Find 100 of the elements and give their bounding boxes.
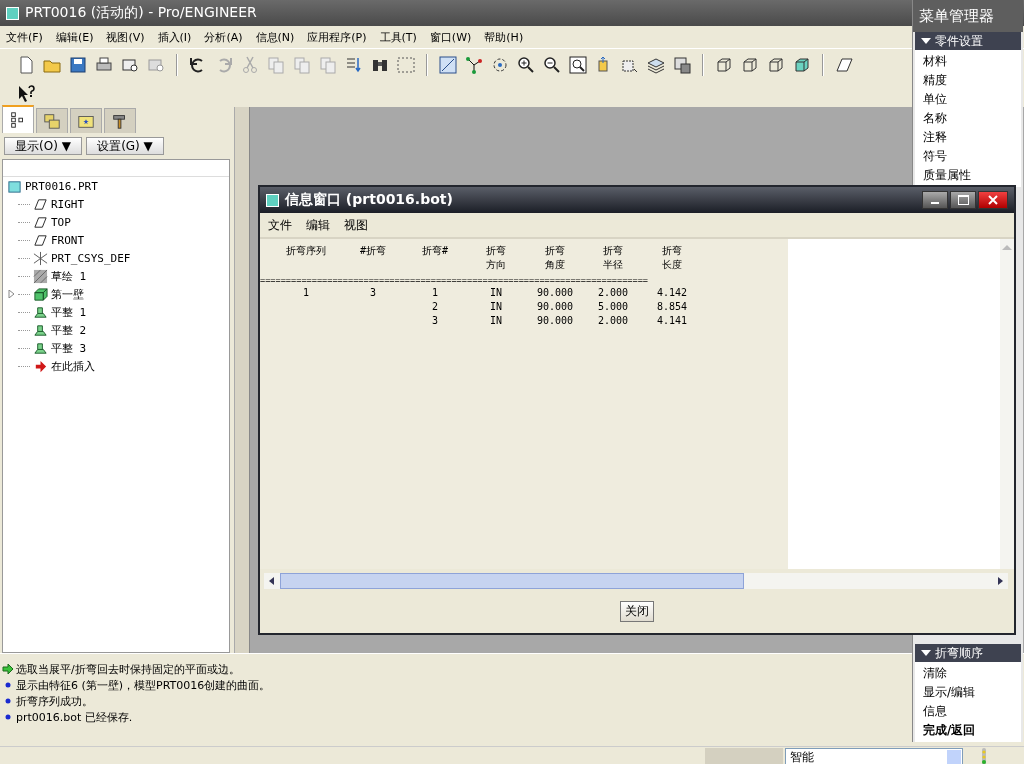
menu-item[interactable]: 编辑(E) <box>55 29 94 45</box>
dialog-title: 信息窗口 (prt0016.bot) <box>285 191 453 209</box>
tree-item[interactable]: 第一壁 <box>51 286 84 302</box>
message-text: prt0016.bot 已经保存. <box>16 709 133 725</box>
sketch-view-icon[interactable] <box>438 55 458 75</box>
menu-item[interactable]: 文件(F) <box>6 29 43 45</box>
horizontal-scrollbar[interactable] <box>264 573 1008 589</box>
panel-title: 菜单管理器 <box>913 0 1023 32</box>
panel-tab[interactable] <box>104 108 136 133</box>
hidden-line-icon[interactable] <box>740 55 760 75</box>
message-text: 选取当展平/折弯回去时保持固定的平面或边。 <box>16 661 240 677</box>
menu-item[interactable]: 注释 <box>915 128 1021 147</box>
tree-item[interactable]: RIGHT <box>51 197 85 211</box>
table-cell: 90.000 <box>536 300 574 312</box>
app-icon <box>6 6 19 20</box>
menu-item[interactable]: 应用程序(P) <box>307 29 367 45</box>
menu-item[interactable]: 名称 <box>915 109 1021 128</box>
menu-item[interactable]: 质量属性 <box>915 166 1021 185</box>
tree-item[interactable]: FRONT <box>51 233 85 247</box>
tree-item[interactable]: 平整 1 <box>51 304 87 320</box>
traffic-light-icon <box>979 747 989 764</box>
dropdown-button[interactable]: 显示(O) ▼ <box>4 137 82 155</box>
menu-section-header[interactable]: 零件设置 <box>915 32 1021 50</box>
folders-icon <box>43 112 61 130</box>
datum-plane-icon[interactable] <box>834 55 854 75</box>
no-hidden-icon[interactable] <box>766 55 786 75</box>
datum-plane-icon <box>33 196 48 212</box>
sketch-icon <box>33 268 48 284</box>
column-header: #折弯 <box>360 245 386 257</box>
table-cell: IN <box>489 314 502 326</box>
tree-item[interactable]: 平整 3 <box>51 340 87 356</box>
arrow-icon <box>2 663 14 675</box>
zoom-in-icon[interactable] <box>516 55 536 75</box>
regenerate-icon[interactable] <box>344 55 364 75</box>
maximize-button[interactable] <box>950 191 976 209</box>
flat-wall-icon <box>33 340 48 356</box>
menu-item[interactable]: 帮助(H) <box>484 29 524 45</box>
separator-line: =========================================================================== <box>260 275 650 285</box>
panel-tab[interactable] <box>70 108 102 133</box>
menu-item[interactable]: 视图(V) <box>106 29 145 45</box>
menu-item[interactable]: 分析(A) <box>204 29 243 45</box>
filter-dropdown[interactable]: 智能 <box>785 748 963 764</box>
scrollbar-thumb[interactable] <box>280 573 744 589</box>
table-cell: IN <box>489 286 502 298</box>
appearance-icon[interactable] <box>672 55 692 75</box>
zoom-fit-icon[interactable] <box>568 55 588 75</box>
tree-item[interactable]: PRT_CSYS_DEF <box>51 251 131 265</box>
dropdown-button[interactable]: 设置(G) ▼ <box>86 137 164 155</box>
menu-section-header[interactable]: 折弯顺序 <box>915 644 1021 662</box>
collapse-triangle-icon <box>921 650 931 656</box>
window-title: PRT0016 (活动的) - Pro/ENGINEER <box>25 4 257 22</box>
menu-item[interactable]: 信息(N) <box>255 29 295 45</box>
flat-wall-icon <box>33 322 48 338</box>
column-header: 折弯序列 <box>286 245 326 257</box>
table-cell: 3 <box>432 314 438 326</box>
tree-item[interactable]: 草绘 1 <box>51 268 87 284</box>
menu-item[interactable]: 清除 <box>915 664 1021 683</box>
menu-item[interactable]: 文件 <box>268 216 292 234</box>
panel-tab[interactable] <box>2 105 34 133</box>
menu-item[interactable]: 信息 <box>915 702 1021 721</box>
window-icon <box>266 193 279 207</box>
wall-icon <box>33 286 48 302</box>
menu-item[interactable]: 插入(I) <box>157 29 192 45</box>
menu-item[interactable]: 编辑 <box>306 216 330 234</box>
table-cell: 1 <box>303 286 309 298</box>
menu-item[interactable]: 符号 <box>915 147 1021 166</box>
tree-item[interactable]: TOP <box>51 215 71 229</box>
close-button[interactable] <box>978 191 1008 209</box>
wireframe-icon[interactable] <box>714 55 734 75</box>
table-cell: 1 <box>432 286 438 298</box>
menu-item[interactable]: 精度 <box>915 71 1021 90</box>
minimize-button[interactable] <box>922 191 948 209</box>
tree-item[interactable]: PRT0016.PRT <box>25 179 98 193</box>
table-cell: 2 <box>432 300 438 312</box>
tree-item[interactable]: 在此插入 <box>51 358 95 374</box>
zoom-out-icon[interactable] <box>542 55 562 75</box>
column-header: 角度 <box>545 259 565 271</box>
shaded-icon[interactable] <box>792 55 812 75</box>
menu-item[interactable]: 完成/返回 <box>915 721 1021 740</box>
table-cell: 4.141 <box>656 314 688 326</box>
datum-display-icon[interactable] <box>464 55 484 75</box>
menu-item[interactable]: 材料 <box>915 52 1021 71</box>
help-cursor-icon[interactable] <box>16 84 36 104</box>
vertical-scrollbar[interactable] <box>1000 239 1014 569</box>
collapse-triangle-icon <box>921 38 931 44</box>
menu-item[interactable]: 工具(T) <box>379 29 417 45</box>
column-header: 半径 <box>603 259 623 271</box>
table-cell: 4.142 <box>656 286 688 298</box>
expand-triangle-icon[interactable] <box>7 290 15 298</box>
menu-item[interactable]: 单位 <box>915 90 1021 109</box>
menu-item[interactable]: 视图 <box>344 216 368 234</box>
save-icon[interactable] <box>68 55 88 75</box>
column-header: 长度 <box>662 259 682 271</box>
tree-item[interactable]: 平整 2 <box>51 322 87 338</box>
menu-item[interactable]: 显示/编辑 <box>915 683 1021 702</box>
part-icon <box>7 178 22 194</box>
menu-item[interactable]: 窗口(W) <box>429 29 472 45</box>
close-button[interactable]: 关闭 <box>620 600 654 622</box>
table-cell: 90.000 <box>536 314 574 326</box>
message-text: 折弯序列成功。 <box>16 693 93 709</box>
